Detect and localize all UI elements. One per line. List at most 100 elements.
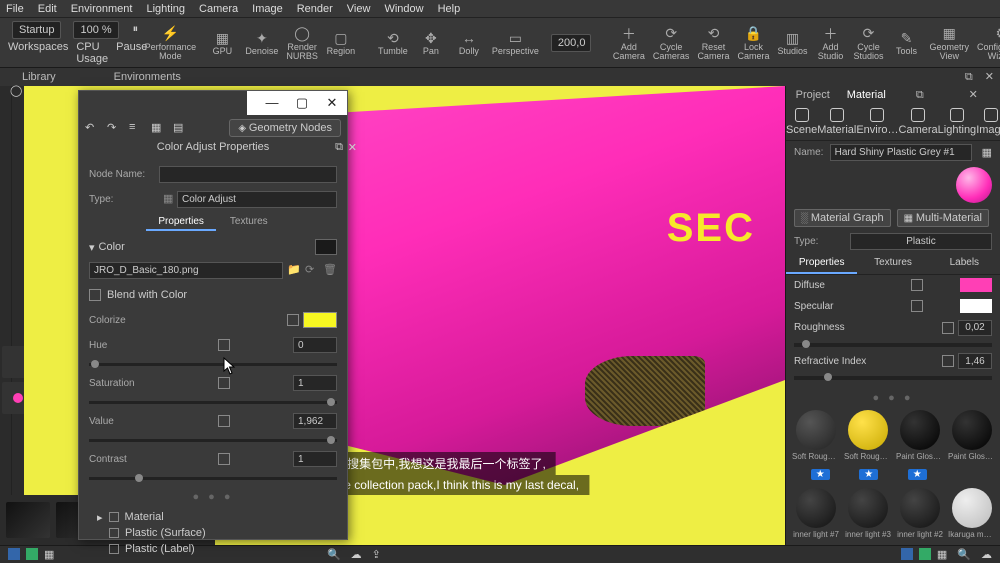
status-toggle[interactable]	[919, 548, 931, 560]
tool-icon[interactable]: ↷	[107, 121, 121, 135]
rp-tab-textures[interactable]: Textures	[857, 253, 928, 274]
hue-tex-toggle[interactable]	[218, 339, 230, 351]
mat-type-field[interactable]	[850, 233, 992, 250]
material-item[interactable]: inner light #7	[792, 488, 840, 539]
status-toggle[interactable]	[901, 548, 913, 560]
toolbar-gpu[interactable]: ▦GPU	[203, 22, 241, 64]
panel-close-icon[interactable]: ✕	[947, 86, 1000, 104]
toolbar-add-studio[interactable]: ＋Add Studio	[812, 22, 850, 64]
saturation-value[interactable]	[293, 375, 337, 391]
tree-label-row[interactable]: Plastic (Label)	[89, 541, 337, 557]
cpu-usage-label[interactable]: CPU Usage	[76, 41, 108, 65]
toolbar-studios[interactable]: ▥Studios	[773, 22, 811, 64]
cloud-icon[interactable]: ☁	[981, 548, 992, 561]
folder-icon[interactable]: 📁	[287, 263, 301, 277]
roughness-slider[interactable]	[794, 343, 992, 347]
dialog-popout-icon[interactable]: ⧉	[335, 141, 343, 154]
specular-tex-toggle[interactable]	[911, 300, 923, 312]
toolbar-region[interactable]: ▢Region	[322, 22, 360, 64]
panel-popout-icon[interactable]: ⧉	[959, 68, 979, 86]
diffuse-swatch[interactable]	[960, 278, 992, 292]
tool-icon[interactable]: ▤	[173, 121, 187, 135]
grid-icon[interactable]: ▦	[937, 548, 947, 561]
panel-close-icon[interactable]: ✕	[979, 68, 1000, 86]
specular-swatch[interactable]	[960, 299, 992, 313]
toolbar-cycle-studios[interactable]: ⟳Cycle Studios	[850, 22, 888, 64]
material-item[interactable]: Ikaruga me…	[948, 488, 996, 539]
hue-slider[interactable]	[89, 363, 337, 366]
hue-value[interactable]	[293, 337, 337, 353]
tool-icon[interactable]: ↶	[85, 121, 99, 135]
tree-material-row[interactable]: ▸Material	[89, 509, 337, 525]
window-close-icon[interactable]: ✕	[317, 91, 347, 115]
window-maximize-icon[interactable]: ▢	[287, 91, 317, 115]
geometry-nodes-button[interactable]: ◈ Geometry Nodes	[229, 119, 341, 137]
menu-file[interactable]: File	[6, 3, 24, 15]
toolbar-geometry-view[interactable]: ▦Geometry View	[926, 22, 974, 64]
toolbar-dolly[interactable]: ↔Dolly	[450, 22, 488, 64]
rp-icon-scene[interactable]: Scene	[786, 108, 817, 136]
material-item[interactable]: Soft Rough…	[844, 410, 892, 461]
colorize-swatch[interactable]	[303, 312, 337, 328]
tool-icon[interactable]: ▦	[151, 121, 165, 135]
toolbar-render-nurbs[interactable]: ◯Render NURBS	[282, 22, 322, 64]
rp-icon-lighting[interactable]: Lighting	[938, 108, 977, 136]
grid-icon[interactable]: ▦	[44, 548, 54, 561]
toolbar-configurator-wizard[interactable]: ⚙Configurator Wizard	[973, 22, 1000, 64]
value-tex-toggle[interactable]	[218, 415, 230, 427]
menu-camera[interactable]: Camera	[199, 3, 238, 15]
refresh-icon[interactable]: ⟳	[305, 263, 319, 277]
toolbar-cycle-cameras[interactable]: ⟳Cycle Cameras	[649, 22, 694, 64]
search-icon[interactable]: 🔍	[957, 548, 971, 561]
swatch-tile[interactable]	[6, 502, 50, 538]
menu-environment[interactable]: Environment	[71, 3, 133, 15]
multi-material-button[interactable]: ▦ Multi-Material	[897, 209, 989, 227]
toolbar-tools[interactable]: ✎Tools	[888, 22, 926, 64]
toolbar-pan[interactable]: ✥Pan	[412, 22, 450, 64]
filter-circle-icon[interactable]: ◯	[10, 84, 22, 97]
toolbar-reset-camera[interactable]: ⟲Reset Camera	[693, 22, 733, 64]
tree-surface-row[interactable]: Plastic (Surface)	[89, 525, 337, 541]
roughness-value[interactable]	[958, 320, 992, 336]
dialog-tab-properties[interactable]: Properties	[146, 214, 216, 231]
cloud-icon[interactable]: ☁	[351, 548, 362, 561]
rp-tab-labels[interactable]: Labels	[929, 253, 1000, 274]
menu-view[interactable]: View	[347, 3, 371, 15]
menu-lighting[interactable]: Lighting	[146, 3, 185, 15]
color-swatch-dark[interactable]	[315, 239, 337, 255]
material-item[interactable]: inner light #3	[844, 488, 892, 539]
collapse-icon[interactable]: ▾	[89, 241, 95, 254]
toolbar-add-camera[interactable]: ＋Add Camera	[609, 22, 649, 64]
contrast-slider[interactable]	[89, 477, 337, 480]
refractive-tex-toggle[interactable]	[942, 355, 954, 367]
focal-length-field[interactable]: 200,0	[551, 34, 591, 52]
material-item[interactable]: inner light #2	[896, 488, 944, 539]
fav-icon[interactable]: ★	[811, 469, 830, 480]
status-toggle[interactable]	[8, 548, 20, 560]
menu-window[interactable]: Window	[384, 3, 423, 15]
saturation-tex-toggle[interactable]	[218, 377, 230, 389]
menu-render[interactable]: Render	[297, 3, 333, 15]
colorize-tex-toggle[interactable]	[287, 314, 299, 326]
menu-edit[interactable]: Edit	[38, 3, 57, 15]
texture-file-field[interactable]	[89, 262, 283, 279]
zoom-field[interactable]: 100 %	[73, 21, 118, 39]
performance-mode-button[interactable]: ⚡Performance Mode	[151, 22, 189, 64]
link-icon[interactable]: ▦	[982, 146, 992, 159]
material-item[interactable]: Paint Gloss …	[896, 410, 944, 461]
toolbar-perspective[interactable]: ▭Perspective	[488, 22, 543, 64]
node-name-field[interactable]	[159, 166, 337, 183]
value-slider[interactable]	[89, 439, 337, 442]
environments-tab[interactable]: Environments	[100, 68, 195, 86]
project-tab[interactable]: Project	[786, 86, 840, 104]
blend-checkbox[interactable]	[89, 289, 101, 301]
roughness-tex-toggle[interactable]	[942, 322, 954, 334]
dialog-tab-textures[interactable]: Textures	[218, 214, 280, 231]
workspaces-label[interactable]: Workspaces	[8, 41, 68, 65]
rp-icon-image[interactable]: Image	[976, 108, 1000, 136]
material-item[interactable]: Soft Rough…	[792, 410, 840, 461]
upload-icon[interactable]: ⇪	[372, 548, 381, 561]
tool-icon[interactable]: ≡	[129, 121, 143, 135]
menu-help[interactable]: Help	[438, 3, 461, 15]
rp-tab-properties[interactable]: Properties	[786, 253, 857, 274]
